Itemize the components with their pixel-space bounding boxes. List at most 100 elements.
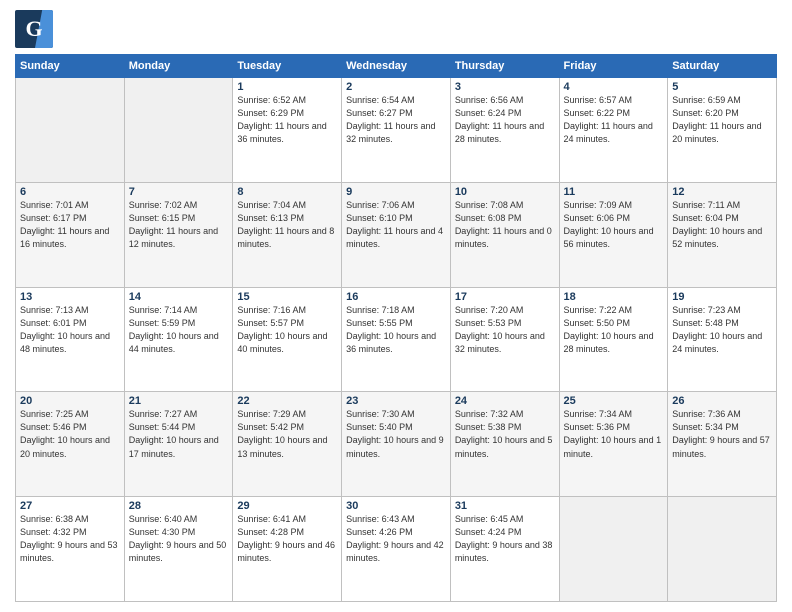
page: G SundayMondayTuesdayWednesdayThursdayFr… [0,0,792,612]
header: G [15,10,777,48]
day-cell: 28Sunrise: 6:40 AMSunset: 4:30 PMDayligh… [124,497,233,602]
day-info: Sunrise: 6:41 AMSunset: 4:28 PMDaylight:… [237,513,337,565]
day-number: 28 [129,500,229,512]
calendar-header-row: SundayMondayTuesdayWednesdayThursdayFrid… [16,55,777,78]
week-row-3: 13Sunrise: 7:13 AMSunset: 6:01 PMDayligh… [16,287,777,392]
day-cell: 10Sunrise: 7:08 AMSunset: 6:08 PMDayligh… [450,182,559,287]
day-cell: 21Sunrise: 7:27 AMSunset: 5:44 PMDayligh… [124,392,233,497]
day-info: Sunrise: 6:59 AMSunset: 6:20 PMDaylight:… [672,94,772,146]
day-cell: 24Sunrise: 7:32 AMSunset: 5:38 PMDayligh… [450,392,559,497]
day-info: Sunrise: 7:06 AMSunset: 6:10 PMDaylight:… [346,199,446,251]
day-number: 16 [346,291,446,303]
day-number: 22 [237,395,337,407]
day-number: 20 [20,395,120,407]
header-saturday: Saturday [668,55,777,78]
day-info: Sunrise: 6:40 AMSunset: 4:30 PMDaylight:… [129,513,229,565]
day-info: Sunrise: 6:38 AMSunset: 4:32 PMDaylight:… [20,513,120,565]
day-info: Sunrise: 6:54 AMSunset: 6:27 PMDaylight:… [346,94,446,146]
day-number: 15 [237,291,337,303]
day-cell: 22Sunrise: 7:29 AMSunset: 5:42 PMDayligh… [233,392,342,497]
day-number: 18 [564,291,664,303]
header-monday: Monday [124,55,233,78]
week-row-5: 27Sunrise: 6:38 AMSunset: 4:32 PMDayligh… [16,497,777,602]
day-cell: 18Sunrise: 7:22 AMSunset: 5:50 PMDayligh… [559,287,668,392]
day-info: Sunrise: 7:30 AMSunset: 5:40 PMDaylight:… [346,408,446,460]
day-cell: 15Sunrise: 7:16 AMSunset: 5:57 PMDayligh… [233,287,342,392]
day-number: 30 [346,500,446,512]
day-cell: 1Sunrise: 6:52 AMSunset: 6:29 PMDaylight… [233,78,342,183]
day-info: Sunrise: 7:23 AMSunset: 5:48 PMDaylight:… [672,304,772,356]
day-info: Sunrise: 7:34 AMSunset: 5:36 PMDaylight:… [564,408,664,460]
day-cell: 29Sunrise: 6:41 AMSunset: 4:28 PMDayligh… [233,497,342,602]
day-info: Sunrise: 7:29 AMSunset: 5:42 PMDaylight:… [237,408,337,460]
day-number: 31 [455,500,555,512]
calendar: SundayMondayTuesdayWednesdayThursdayFrid… [15,54,777,602]
day-cell: 27Sunrise: 6:38 AMSunset: 4:32 PMDayligh… [16,497,125,602]
day-number: 27 [20,500,120,512]
week-row-1: 1Sunrise: 6:52 AMSunset: 6:29 PMDaylight… [16,78,777,183]
day-cell [559,497,668,602]
day-cell: 5Sunrise: 6:59 AMSunset: 6:20 PMDaylight… [668,78,777,183]
day-cell: 30Sunrise: 6:43 AMSunset: 4:26 PMDayligh… [342,497,451,602]
day-cell [124,78,233,183]
day-info: Sunrise: 7:02 AMSunset: 6:15 PMDaylight:… [129,199,229,251]
day-info: Sunrise: 7:22 AMSunset: 5:50 PMDaylight:… [564,304,664,356]
day-info: Sunrise: 7:32 AMSunset: 5:38 PMDaylight:… [455,408,555,460]
day-cell: 11Sunrise: 7:09 AMSunset: 6:06 PMDayligh… [559,182,668,287]
day-number: 24 [455,395,555,407]
day-number: 23 [346,395,446,407]
day-number: 21 [129,395,229,407]
logo-letter: G [25,16,42,42]
day-info: Sunrise: 6:52 AMSunset: 6:29 PMDaylight:… [237,94,337,146]
logo: G [15,10,53,48]
day-info: Sunrise: 7:16 AMSunset: 5:57 PMDaylight:… [237,304,337,356]
day-info: Sunrise: 7:11 AMSunset: 6:04 PMDaylight:… [672,199,772,251]
day-cell: 23Sunrise: 7:30 AMSunset: 5:40 PMDayligh… [342,392,451,497]
day-info: Sunrise: 6:56 AMSunset: 6:24 PMDaylight:… [455,94,555,146]
header-thursday: Thursday [450,55,559,78]
day-cell [668,497,777,602]
day-number: 13 [20,291,120,303]
day-cell: 13Sunrise: 7:13 AMSunset: 6:01 PMDayligh… [16,287,125,392]
day-info: Sunrise: 7:13 AMSunset: 6:01 PMDaylight:… [20,304,120,356]
day-cell: 17Sunrise: 7:20 AMSunset: 5:53 PMDayligh… [450,287,559,392]
day-cell [16,78,125,183]
day-number: 4 [564,81,664,93]
day-number: 17 [455,291,555,303]
day-info: Sunrise: 6:57 AMSunset: 6:22 PMDaylight:… [564,94,664,146]
day-cell: 16Sunrise: 7:18 AMSunset: 5:55 PMDayligh… [342,287,451,392]
header-wednesday: Wednesday [342,55,451,78]
header-friday: Friday [559,55,668,78]
day-cell: 26Sunrise: 7:36 AMSunset: 5:34 PMDayligh… [668,392,777,497]
day-cell: 14Sunrise: 7:14 AMSunset: 5:59 PMDayligh… [124,287,233,392]
day-info: Sunrise: 7:20 AMSunset: 5:53 PMDaylight:… [455,304,555,356]
day-info: Sunrise: 7:04 AMSunset: 6:13 PMDaylight:… [237,199,337,251]
day-info: Sunrise: 7:18 AMSunset: 5:55 PMDaylight:… [346,304,446,356]
day-info: Sunrise: 6:43 AMSunset: 4:26 PMDaylight:… [346,513,446,565]
day-cell: 4Sunrise: 6:57 AMSunset: 6:22 PMDaylight… [559,78,668,183]
day-cell: 19Sunrise: 7:23 AMSunset: 5:48 PMDayligh… [668,287,777,392]
day-number: 7 [129,186,229,198]
day-number: 25 [564,395,664,407]
day-number: 3 [455,81,555,93]
day-info: Sunrise: 7:01 AMSunset: 6:17 PMDaylight:… [20,199,120,251]
day-cell: 2Sunrise: 6:54 AMSunset: 6:27 PMDaylight… [342,78,451,183]
day-number: 8 [237,186,337,198]
day-cell: 8Sunrise: 7:04 AMSunset: 6:13 PMDaylight… [233,182,342,287]
day-number: 14 [129,291,229,303]
day-info: Sunrise: 7:14 AMSunset: 5:59 PMDaylight:… [129,304,229,356]
day-number: 26 [672,395,772,407]
day-number: 5 [672,81,772,93]
day-info: Sunrise: 6:45 AMSunset: 4:24 PMDaylight:… [455,513,555,565]
logo-icon: G [15,10,53,48]
day-number: 11 [564,186,664,198]
day-number: 9 [346,186,446,198]
day-cell: 7Sunrise: 7:02 AMSunset: 6:15 PMDaylight… [124,182,233,287]
day-cell: 9Sunrise: 7:06 AMSunset: 6:10 PMDaylight… [342,182,451,287]
day-number: 12 [672,186,772,198]
week-row-2: 6Sunrise: 7:01 AMSunset: 6:17 PMDaylight… [16,182,777,287]
day-number: 10 [455,186,555,198]
day-cell: 20Sunrise: 7:25 AMSunset: 5:46 PMDayligh… [16,392,125,497]
header-tuesday: Tuesday [233,55,342,78]
day-cell: 31Sunrise: 6:45 AMSunset: 4:24 PMDayligh… [450,497,559,602]
